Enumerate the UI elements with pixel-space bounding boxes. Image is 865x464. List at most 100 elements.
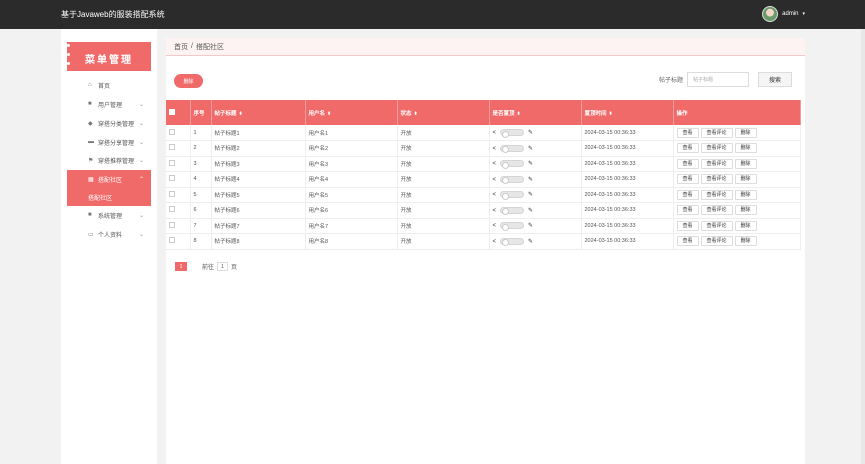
search-input[interactable] <box>687 72 749 87</box>
col-header-no: 序号 <box>190 100 212 125</box>
sidebar-subitem-community[interactable]: 搭配社区 <box>67 188 151 206</box>
sort-icon[interactable]: ⬍ <box>609 111 613 117</box>
delete-row-button[interactable]: 删除 <box>734 174 757 185</box>
sidebar-item-community[interactable]: ▦ 搭配社区 ⌃ <box>67 170 151 188</box>
delete-row-button[interactable]: 删除 <box>734 220 757 231</box>
pin-toggle[interactable] <box>500 129 525 138</box>
row-checkbox[interactable] <box>169 144 175 151</box>
view-button[interactable]: 查看 <box>676 205 699 216</box>
pin-toggle[interactable] <box>500 206 525 216</box>
select-all-cell[interactable] <box>166 100 191 125</box>
view-comments-button[interactable]: 查看评论 <box>700 127 733 138</box>
sidebar-item-outfit-category[interactable]: ◆ 穿搭分类管理 ⌄ <box>67 114 151 132</box>
cell-user: 用户名5 <box>305 187 398 203</box>
row-checkbox[interactable] <box>169 206 175 213</box>
delete-row-button[interactable]: 删除 <box>734 127 757 138</box>
delete-row-button[interactable]: 删除 <box>734 236 757 247</box>
share-icon[interactable]: < <box>493 177 497 183</box>
share-icon[interactable]: < <box>493 146 497 152</box>
share-icon[interactable]: < <box>493 208 497 214</box>
delete-row-button[interactable]: 删除 <box>734 143 757 154</box>
delete-row-button[interactable]: 删除 <box>734 205 757 216</box>
edit-icon[interactable]: ✎ <box>528 208 533 214</box>
sidebar-item-outfit-share[interactable]: ▬ 穿搭分享管理 ⌄ <box>67 133 151 151</box>
edit-icon[interactable]: ✎ <box>528 130 533 136</box>
row-checkbox[interactable] <box>169 159 175 166</box>
view-button[interactable]: 查看 <box>676 158 699 169</box>
user-name[interactable]: admin <box>782 11 798 17</box>
col-header-status[interactable]: 状态 ⬍ <box>397 100 490 125</box>
view-comments-button[interactable]: 查看评论 <box>700 189 733 200</box>
sort-icon[interactable]: ⬍ <box>327 111 331 117</box>
col-header-pinned[interactable]: 是否置顶 ⬍ <box>489 100 582 125</box>
pin-toggle[interactable] <box>500 160 525 169</box>
scrollbar[interactable] <box>861 29 865 464</box>
sidebar-item-profile[interactable]: ▭ 个人资料 ⌄ <box>67 225 151 243</box>
page-current[interactable]: 1 <box>175 262 187 271</box>
row-select-cell[interactable] <box>166 140 191 157</box>
view-button[interactable]: 查看 <box>676 127 699 138</box>
view-button[interactable]: 查看 <box>676 174 699 185</box>
col-header-user[interactable]: 用户名 ⬍ <box>305 100 398 125</box>
view-button[interactable]: 查看 <box>676 189 699 200</box>
pin-toggle[interactable] <box>500 175 525 185</box>
view-button[interactable]: 查看 <box>676 143 699 154</box>
sidebar-item-home[interactable]: ⌂ 首页 <box>67 76 151 94</box>
delete-row-button[interactable]: 删除 <box>734 158 757 169</box>
row-checkbox[interactable] <box>169 128 175 135</box>
share-icon[interactable]: < <box>493 239 497 245</box>
sidebar-item-users[interactable]: ■ 用户管理 ⌄ <box>67 95 151 113</box>
row-checkbox[interactable] <box>169 175 175 182</box>
pin-toggle[interactable] <box>500 237 525 247</box>
sidebar-item-outfit-recommend[interactable]: ⚑ 穿搭推荐管理 ⌄ <box>67 151 151 169</box>
view-comments-button[interactable]: 查看评论 <box>700 158 733 169</box>
view-comments-button[interactable]: 查看评论 <box>700 236 733 247</box>
view-comments-button[interactable]: 查看评论 <box>700 205 733 216</box>
col-header-title[interactable]: 帖子标题 ⬍ <box>211 100 306 125</box>
sort-icon[interactable]: ⬍ <box>239 111 243 117</box>
sort-icon[interactable]: ⬍ <box>414 111 418 117</box>
row-checkbox[interactable] <box>169 221 175 228</box>
search-button[interactable]: 搜索 <box>758 72 792 87</box>
row-select-cell[interactable] <box>166 202 191 219</box>
avatar[interactable] <box>762 6 779 22</box>
view-comments-button[interactable]: 查看评论 <box>700 220 733 231</box>
view-button[interactable]: 查看 <box>676 236 699 247</box>
row-select-cell[interactable] <box>166 233 191 250</box>
edit-icon[interactable]: ✎ <box>528 177 533 183</box>
row-select-cell[interactable] <box>166 171 191 188</box>
edit-icon[interactable]: ✎ <box>528 192 533 198</box>
goto-page-input[interactable]: 1 <box>217 262 229 271</box>
edit-icon[interactable]: ✎ <box>528 223 533 229</box>
share-icon[interactable]: < <box>493 161 497 167</box>
edit-icon[interactable]: ✎ <box>528 239 533 245</box>
select-all-checkbox[interactable] <box>169 108 175 115</box>
row-checkbox[interactable] <box>169 237 175 244</box>
view-comments-button[interactable]: 查看评论 <box>700 143 733 154</box>
view-button[interactable]: 查看 <box>676 220 699 231</box>
pin-toggle[interactable] <box>500 144 525 154</box>
share-icon[interactable]: < <box>493 223 497 229</box>
row-select-cell[interactable] <box>166 125 191 141</box>
delete-button[interactable]: 删除 <box>174 74 203 88</box>
view-comments-button[interactable]: 查看评论 <box>700 174 733 185</box>
share-icon[interactable]: < <box>493 130 497 136</box>
chevron-up-icon: ⌃ <box>139 176 145 183</box>
row-select-cell[interactable] <box>166 218 191 234</box>
pin-toggle[interactable] <box>500 191 525 200</box>
edit-icon[interactable]: ✎ <box>528 161 533 167</box>
sidebar-item-system[interactable]: ■ 系统管理 ⌄ <box>67 206 151 224</box>
row-checkbox[interactable] <box>169 190 175 197</box>
chevron-down-icon[interactable]: ▾ <box>802 11 805 17</box>
delete-row-button[interactable]: 删除 <box>734 189 757 200</box>
sort-icon[interactable]: ⬍ <box>517 111 521 117</box>
edit-icon[interactable]: ✎ <box>528 146 533 152</box>
row-select-cell[interactable] <box>166 187 191 203</box>
share-icon[interactable]: < <box>493 192 497 198</box>
col-header-pin-time[interactable]: 置顶时间 ⬍ <box>581 100 674 125</box>
user-menu[interactable]: admin ▾ <box>762 6 805 22</box>
pin-toggle[interactable] <box>500 222 525 231</box>
breadcrumb-home[interactable]: 首页 <box>174 42 188 52</box>
row-select-cell[interactable] <box>166 156 191 172</box>
main-content: 首页 / 搭配社区 删除 帖子标题 搜索 序号 帖子标题⬍ 用户名⬍ 状态⬍ 是… <box>166 38 805 464</box>
